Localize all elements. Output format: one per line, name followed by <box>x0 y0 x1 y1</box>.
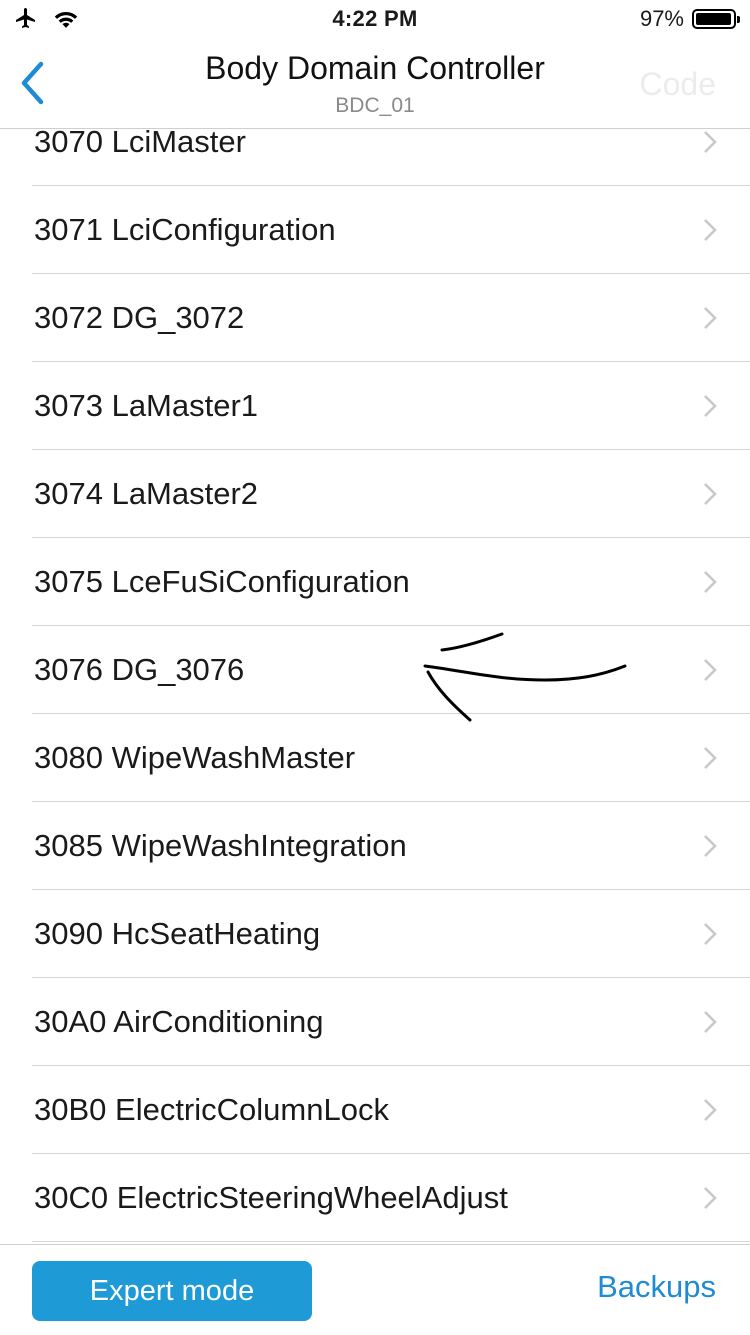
list-item-label: 3080 WipeWashMaster <box>34 740 356 775</box>
status-right: 97% <box>639 6 740 32</box>
chevron-right-icon <box>704 835 717 857</box>
chevron-right-icon <box>704 1187 717 1209</box>
list-item[interactable]: 3085 WipeWashIntegration <box>0 802 750 890</box>
list-item-label: 3075 LceFuSiConfiguration <box>34 564 410 599</box>
list-item-label: 3070 LciMaster <box>34 124 246 159</box>
list-item[interactable]: 3071 LciConfiguration <box>0 186 750 274</box>
chevron-right-icon <box>704 1099 717 1121</box>
battery-percent: 97% <box>639 6 684 31</box>
controller-list: 3070 LciMaster 3071 LciConfiguration 307… <box>0 98 750 1242</box>
list-item[interactable]: 3075 LceFuSiConfiguration <box>0 538 750 626</box>
list-item-label: 3076 DG_3076 <box>34 652 245 687</box>
chevron-right-icon <box>704 659 717 681</box>
list-item-label: 3090 HcSeatHeating <box>34 916 321 951</box>
chevron-right-icon <box>704 395 717 417</box>
status-bar: 4:22 PM 97% <box>0 0 750 40</box>
page-title: Body Domain Controller <box>205 50 545 86</box>
list-item-label: 3071 LciConfiguration <box>34 212 336 247</box>
chevron-right-icon <box>704 307 717 329</box>
chevron-right-icon <box>704 747 717 769</box>
chevron-right-icon <box>704 483 717 505</box>
backups-button[interactable]: Backups <box>597 1269 716 1305</box>
list-item[interactable]: 3070 LciMaster <box>0 98 750 186</box>
chevron-right-icon <box>704 923 717 945</box>
list-item[interactable]: 30B0 ElectricColumnLock <box>0 1066 750 1154</box>
list-item-label: 30C0 ElectricSteeringWheelAdjust <box>34 1180 508 1215</box>
list-item[interactable]: 3080 WipeWashMaster <box>0 714 750 802</box>
list-item[interactable]: 3073 LaMaster1 <box>0 362 750 450</box>
list-item[interactable]: 3072 DG_3072 <box>0 274 750 362</box>
row-divider <box>32 1241 750 1242</box>
chevron-right-icon <box>704 1011 717 1033</box>
chevron-right-icon <box>704 131 717 153</box>
battery-icon <box>692 9 740 29</box>
bottom-toolbar: Expert mode Backups <box>0 1244 750 1335</box>
list-item[interactable]: 3076 DG_3076 <box>0 626 750 714</box>
list-item-label: 3073 LaMaster1 <box>34 388 259 423</box>
list-item[interactable]: 30A0 AirConditioning <box>0 978 750 1066</box>
status-time: 4:22 PM <box>332 6 418 31</box>
expert-mode-button[interactable]: Expert mode <box>32 1261 312 1321</box>
list-item-label: 30B0 ElectricColumnLock <box>34 1092 389 1127</box>
list-item-label: 30A0 AirConditioning <box>34 1004 324 1039</box>
list-item-label: 3072 DG_3072 <box>34 300 245 335</box>
list-item-label: 3085 WipeWashIntegration <box>34 828 407 863</box>
chevron-right-icon <box>704 571 717 593</box>
list-item[interactable]: 3074 LaMaster2 <box>0 450 750 538</box>
list-item[interactable]: 30C0 ElectricSteeringWheelAdjust <box>0 1154 750 1242</box>
battery-fill <box>696 13 731 25</box>
list-item-label: 3074 LaMaster2 <box>34 476 259 511</box>
chevron-right-icon <box>704 219 717 241</box>
list-item[interactable]: 3090 HcSeatHeating <box>0 890 750 978</box>
